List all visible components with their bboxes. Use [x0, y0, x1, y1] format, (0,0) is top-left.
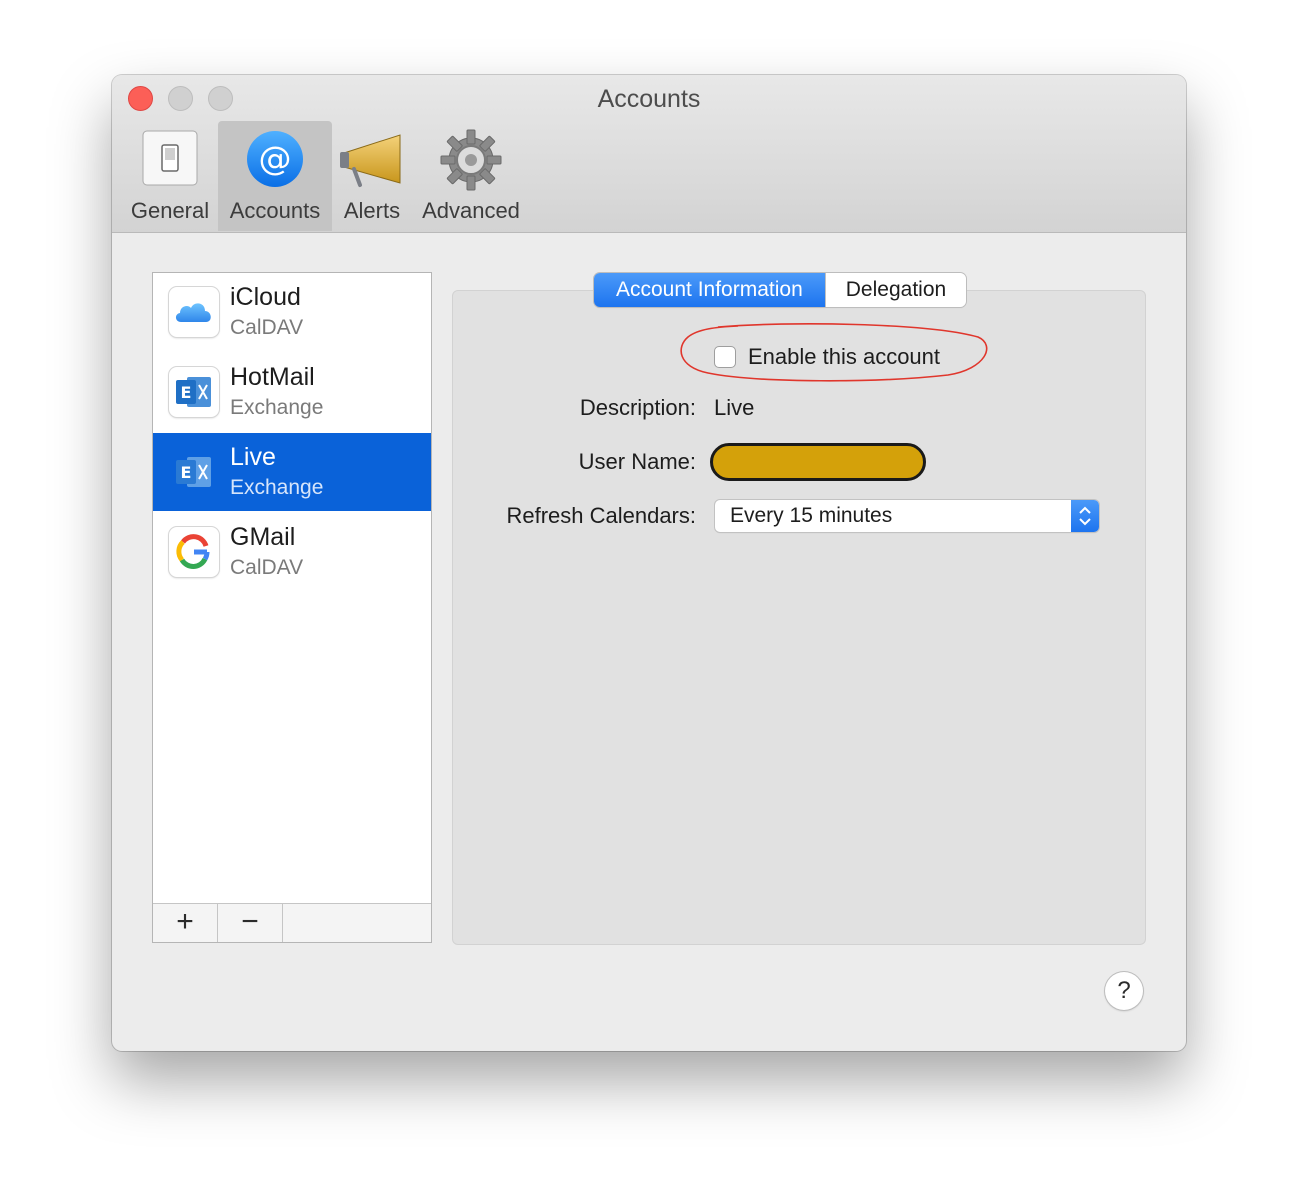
megaphone-icon [340, 134, 401, 187]
svg-text:@: @ [259, 139, 292, 178]
account-type: Exchange [230, 476, 324, 499]
description-label: Description: [579, 395, 696, 420]
svg-text:E: E [181, 383, 192, 402]
window-title: Accounts [597, 85, 701, 113]
account-name: iCloud [230, 283, 301, 311]
account-type: Exchange [230, 396, 324, 419]
account-item-live[interactable]: E Live Exchange [153, 433, 431, 511]
enable-account-label: Enable this account [748, 344, 941, 369]
toolbar-advanced[interactable]: Advanced [416, 121, 526, 231]
google-icon [169, 527, 219, 577]
toolbar-general-label: General [130, 198, 210, 223]
tab-delegation[interactable]: Delegation [824, 273, 967, 307]
enable-account-checkbox[interactable] [714, 346, 736, 368]
username-label: User Name: [578, 449, 696, 474]
account-item-hotmail[interactable]: E HotMail Exchange [153, 353, 431, 431]
toolbar-alerts[interactable]: Alerts [334, 121, 410, 231]
general-switch-icon [142, 130, 198, 186]
icloud-icon [169, 287, 219, 337]
refresh-calendars-select[interactable]: Every 15 minutes [715, 500, 1099, 532]
preferences-window: Accounts General @ Accounts Alerts Advan… [112, 75, 1186, 1051]
description-value: Live [714, 395, 755, 420]
title-bar: Accounts General @ Accounts Alerts Advan… [112, 75, 1186, 233]
updown-chevron-icon [1071, 500, 1099, 532]
refresh-calendars-label: Refresh Calendars: [506, 503, 696, 528]
svg-text:E: E [181, 463, 192, 482]
exchange-icon: E [169, 367, 219, 417]
account-item-gmail[interactable]: GMail CalDAV [153, 513, 431, 591]
account-type: CalDAV [230, 556, 304, 579]
account-name: Live [230, 443, 276, 471]
toolbar-advanced-label: Advanced [422, 198, 520, 223]
account-list-toolbar: + − [153, 903, 431, 942]
help-button[interactable]: ? [1105, 972, 1143, 1010]
accounts-list: iCloud CalDAV E HotMail Exchange E Live … [152, 272, 432, 943]
detail-tabs: Account Information Delegation [594, 273, 967, 307]
at-sign-icon: @ [247, 131, 303, 187]
toolbar-alerts-label: Alerts [343, 198, 401, 223]
account-name: GMail [230, 523, 296, 551]
add-account-button[interactable]: + [153, 904, 218, 942]
toolbar-accounts[interactable]: @ Accounts [218, 121, 332, 231]
account-item-icloud[interactable]: iCloud CalDAV [153, 273, 431, 351]
refresh-calendars-value: Every 15 minutes [730, 504, 893, 527]
username-redaction [710, 443, 926, 481]
account-type: CalDAV [230, 316, 304, 339]
toolbar-accounts-label: Accounts [229, 198, 321, 223]
account-detail-panel [452, 290, 1146, 945]
exchange-icon: E [169, 447, 219, 497]
gear-icon [440, 129, 502, 191]
tab-account-information[interactable]: Account Information [594, 273, 825, 307]
account-name: HotMail [230, 363, 315, 391]
remove-account-button[interactable]: − [218, 904, 283, 942]
toolbar-general[interactable]: General [126, 121, 214, 231]
